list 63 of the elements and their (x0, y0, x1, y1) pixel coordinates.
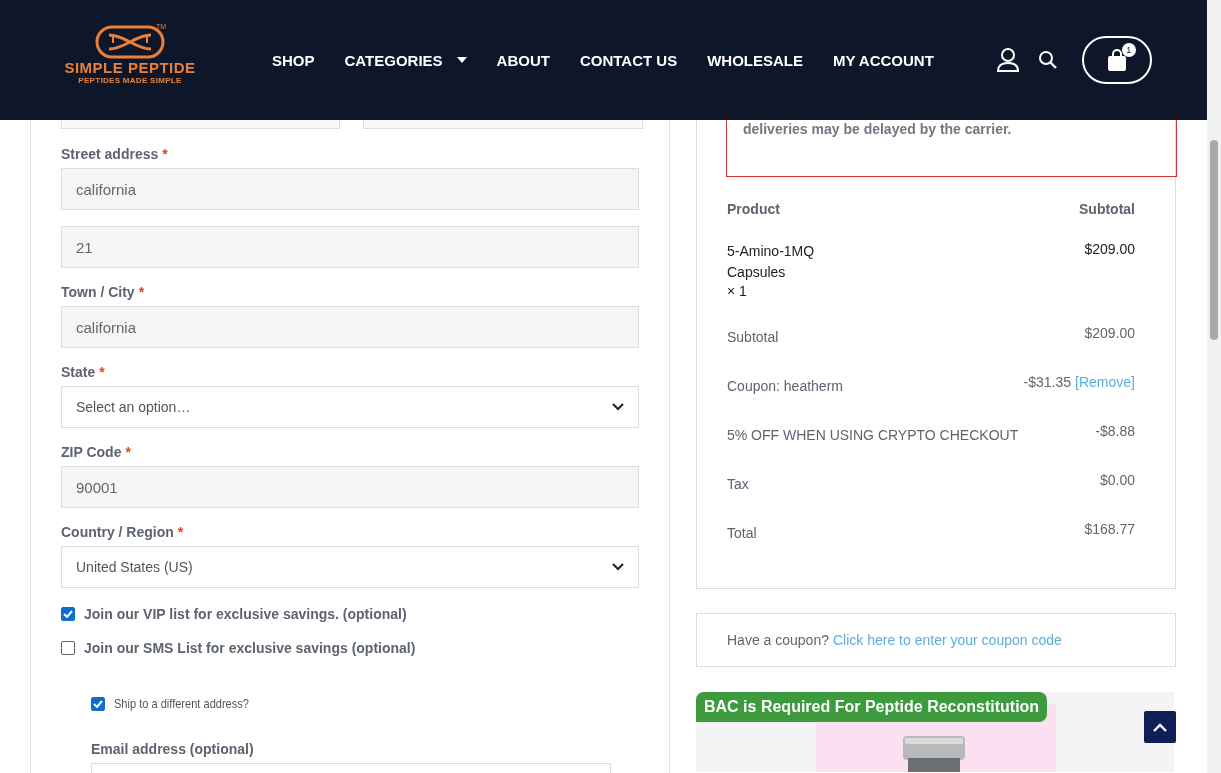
input-field[interactable] (61, 120, 340, 129)
required-mark: * (177, 524, 184, 540)
required-mark: * (138, 284, 145, 300)
required-mark: * (162, 146, 168, 162)
product-name: 5-Amino-1MQ Capsules (727, 242, 816, 282)
total-label: 5% OFF WHEN USING CRYPTO CHECKOUT (727, 427, 1019, 443)
select-field[interactable]: Select an option… (61, 386, 639, 428)
select-field[interactable]: United States (US) (61, 546, 639, 588)
scroll-to-top-button[interactable] (1144, 711, 1176, 743)
total-label: Coupon: heatherm (727, 378, 843, 394)
nav-link[interactable]: WHOLESALE (707, 51, 803, 69)
nav-link[interactable]: CATEGORIES (344, 51, 467, 69)
checkbox[interactable] (91, 696, 105, 711)
notice-text: deliveries may be delayed by the carrier. (743, 121, 1012, 137)
user-icon[interactable] (995, 47, 1020, 73)
nav-link[interactable]: SHOP (272, 51, 315, 69)
chevron-down-icon (612, 563, 624, 571)
checkbox-label: Join our VIP list for exclusive savings. (optional) (84, 606, 407, 622)
nav-link[interactable]: MY ACCOUNT (833, 51, 934, 69)
input-field[interactable]: california (61, 168, 639, 210)
nav-link[interactable]: CONTACT US (579, 51, 678, 69)
caret-icon (456, 57, 467, 63)
total-value: $168.77 (1084, 521, 1135, 537)
field-label: Street address (61, 146, 159, 162)
field-label: Email address (optional) (91, 741, 255, 757)
cart-count-badge: 1 (1121, 43, 1136, 57)
column-header: Product (727, 201, 780, 217)
total-value: $0.00 (1099, 472, 1135, 488)
column-header: Subtotal (1079, 201, 1135, 217)
coupon-prompt: Have a coupon? (727, 632, 829, 648)
checkbox[interactable] (61, 641, 75, 655)
total-value: -$31.35 (1023, 374, 1072, 390)
logo-tagline: PEPTIDES MADE SIMPLE (78, 76, 182, 85)
scrollbar[interactable] (1207, 0, 1221, 773)
chevron-up-icon (1153, 722, 1167, 732)
chevron-down-icon (612, 403, 624, 411)
field-label: State (61, 364, 96, 380)
logo-text[interactable]: SIMPLE PEPTIDE (64, 59, 196, 76)
required-mark: * (125, 444, 131, 460)
product-quantity: × 1 (727, 283, 748, 299)
cart-button[interactable]: 1 (1081, 36, 1152, 84)
total-label: Subtotal (727, 329, 779, 345)
total-label: Tax (727, 476, 749, 492)
search-icon[interactable] (1037, 50, 1058, 70)
field-label: Country / Region (61, 524, 174, 540)
product-price: $209.00 (1084, 241, 1135, 259)
input-field[interactable]: 21 (61, 226, 639, 268)
checkbox[interactable] (61, 607, 75, 621)
logo-icon[interactable] (95, 25, 165, 59)
input-field[interactable]: california (61, 306, 639, 348)
field-label: ZIP Code (61, 444, 122, 460)
input-field[interactable]: 90001 (61, 466, 639, 508)
field-label: Town / City (61, 284, 135, 300)
total-value: $209.00 (1084, 325, 1135, 341)
shopping-bag-icon (1106, 48, 1127, 72)
total-value: -$8.88 (1095, 423, 1135, 439)
promo-banner: BAC is Required For Peptide Reconstitution (696, 692, 1048, 722)
checkbox-label: Ship to a different address? (114, 696, 249, 711)
checkbox-label: Join our SMS List for exclusive savings (optional) (84, 640, 416, 656)
required-mark: * (99, 364, 105, 380)
input-field[interactable] (363, 120, 643, 129)
total-label: Total (727, 525, 757, 541)
nav-link[interactable]: ABOUT (496, 51, 550, 69)
